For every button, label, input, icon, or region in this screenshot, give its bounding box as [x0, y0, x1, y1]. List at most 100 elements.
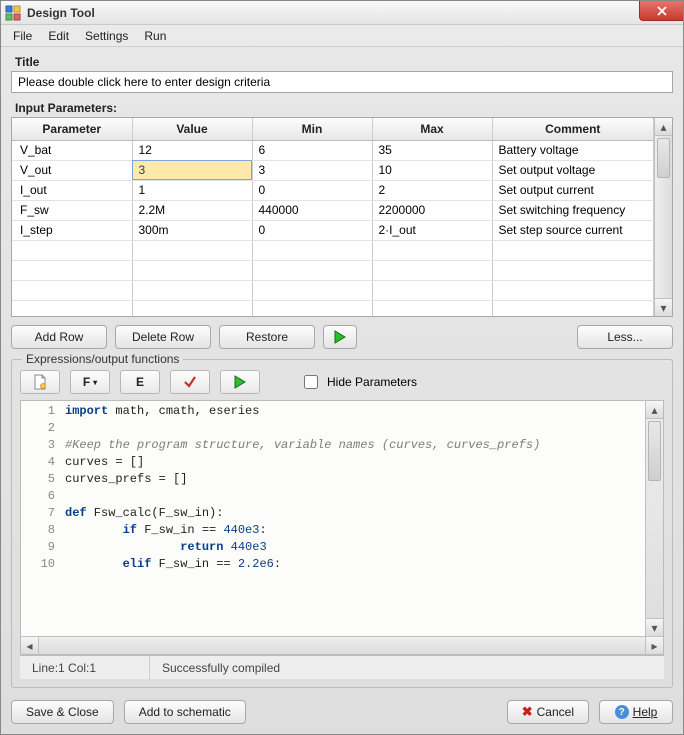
- scroll-left-icon[interactable]: ◂: [21, 637, 39, 654]
- cell-min[interactable]: 0: [252, 180, 372, 200]
- table-vscroll[interactable]: ▴ ▾: [654, 118, 672, 316]
- cell-max[interactable]: 2: [372, 180, 492, 200]
- close-icon: [657, 6, 667, 16]
- cell-max[interactable]: 10: [372, 160, 492, 180]
- column-header[interactable]: Min: [252, 118, 372, 140]
- menu-bar: File Edit Settings Run: [1, 25, 683, 47]
- check-icon: [183, 375, 197, 389]
- code-editor[interactable]: 12345678910 import math, cmath, eseries …: [20, 400, 664, 655]
- table-buttons: Add Row Delete Row Restore Less...: [11, 325, 673, 349]
- cell-comment[interactable]: Set switching frequency: [492, 200, 654, 220]
- cell-parameter[interactable]: F_sw: [12, 200, 132, 220]
- scroll-thumb[interactable]: [657, 138, 670, 178]
- scroll-up-icon[interactable]: ▴: [655, 118, 672, 136]
- column-header[interactable]: Max: [372, 118, 492, 140]
- cell-max[interactable]: 2·I_out: [372, 220, 492, 240]
- run-table-button[interactable]: [323, 325, 357, 349]
- menu-file[interactable]: File: [7, 27, 38, 45]
- cell-value[interactable]: 12: [132, 140, 252, 160]
- cancel-button[interactable]: ✖ Cancel: [507, 700, 589, 724]
- cell-min[interactable]: 440000: [252, 200, 372, 220]
- parameters-table-scroll: ParameterValueMinMaxComment V_bat12635Ba…: [12, 118, 654, 316]
- cell-value[interactable]: 3: [132, 160, 252, 180]
- hide-parameters-label: Hide Parameters: [327, 375, 417, 389]
- menu-run[interactable]: Run: [138, 27, 172, 45]
- scroll-up-icon[interactable]: ▴: [646, 401, 663, 419]
- help-icon: ?: [615, 705, 629, 719]
- menu-settings[interactable]: Settings: [79, 27, 134, 45]
- table-row[interactable]: V_bat12635Battery voltage: [12, 140, 654, 160]
- scroll-right-icon[interactable]: ▸: [645, 637, 663, 654]
- cell-comment[interactable]: Set step source current: [492, 220, 654, 240]
- app-icon: [5, 5, 21, 21]
- cell-min[interactable]: 3: [252, 160, 372, 180]
- play-icon: [334, 330, 346, 344]
- cell-value[interactable]: 1: [132, 180, 252, 200]
- code-hscroll[interactable]: ◂ ▸: [21, 636, 663, 654]
- e-button[interactable]: E: [120, 370, 160, 394]
- column-header[interactable]: Value: [132, 118, 252, 140]
- column-header[interactable]: Comment: [492, 118, 654, 140]
- cell-max[interactable]: 2200000: [372, 200, 492, 220]
- table-row[interactable]: I_out102Set output current: [12, 180, 654, 200]
- play-icon: [234, 375, 246, 389]
- table-row-empty[interactable]: [12, 280, 654, 300]
- cell-comment[interactable]: Set output current: [492, 180, 654, 200]
- footer-buttons: Save & Close Add to schematic ✖ Cancel ?…: [11, 698, 673, 724]
- cell-comment[interactable]: Battery voltage: [492, 140, 654, 160]
- code-body[interactable]: import math, cmath, eseries #Keep the pr…: [61, 401, 645, 636]
- table-row[interactable]: I_step300m02·I_outSet step source curren…: [12, 220, 654, 240]
- scroll-down-icon[interactable]: ▾: [646, 618, 663, 636]
- column-header[interactable]: Parameter: [12, 118, 132, 140]
- cell-parameter[interactable]: I_out: [12, 180, 132, 200]
- restore-button[interactable]: Restore: [219, 325, 315, 349]
- scroll-thumb[interactable]: [648, 421, 661, 481]
- table-row[interactable]: F_sw2.2M4400002200000Set switching frequ…: [12, 200, 654, 220]
- cell-value[interactable]: 300m: [132, 220, 252, 240]
- close-button[interactable]: [639, 1, 683, 21]
- check-button[interactable]: [170, 370, 210, 394]
- f-button[interactable]: F ▾: [70, 370, 110, 394]
- cell-max[interactable]: 35: [372, 140, 492, 160]
- run-expr-button[interactable]: [220, 370, 260, 394]
- window-title: Design Tool: [27, 6, 95, 20]
- table-row-empty[interactable]: [12, 300, 654, 316]
- parameters-table[interactable]: ParameterValueMinMaxComment V_bat12635Ba…: [12, 118, 654, 316]
- new-expr-button[interactable]: [20, 370, 60, 394]
- save-close-button[interactable]: Save & Close: [11, 700, 114, 724]
- cursor-position: Line:1 Col:1: [20, 656, 150, 679]
- cell-min[interactable]: 6: [252, 140, 372, 160]
- less-button[interactable]: Less...: [577, 325, 673, 349]
- new-file-icon: [33, 374, 47, 390]
- client-area: Title Input Parameters: ParameterValueMi…: [1, 47, 683, 734]
- cell-min[interactable]: 0: [252, 220, 372, 240]
- cell-parameter[interactable]: V_bat: [12, 140, 132, 160]
- main-window: Design Tool File Edit Settings Run Title…: [0, 0, 684, 735]
- scroll-down-icon[interactable]: ▾: [655, 298, 672, 316]
- menu-edit[interactable]: Edit: [42, 27, 75, 45]
- title-input[interactable]: [11, 71, 673, 93]
- table-row[interactable]: V_out3310Set output voltage: [12, 160, 654, 180]
- table-row-empty[interactable]: [12, 260, 654, 280]
- code-gutter: 12345678910: [21, 401, 61, 636]
- code-vscroll[interactable]: ▴ ▾: [645, 401, 663, 636]
- cancel-icon: ✖: [522, 704, 533, 720]
- code-statusbar: Line:1 Col:1 Successfully compiled: [20, 655, 664, 679]
- title-heading: Title: [15, 55, 673, 69]
- hide-parameters[interactable]: Hide Parameters: [300, 372, 417, 392]
- delete-row-button[interactable]: Delete Row: [115, 325, 211, 349]
- cell-parameter[interactable]: I_step: [12, 220, 132, 240]
- help-button[interactable]: ? Help: [599, 700, 673, 724]
- input-params-heading: Input Parameters:: [15, 101, 673, 115]
- cell-value[interactable]: 2.2M: [132, 200, 252, 220]
- expressions-legend: Expressions/output functions: [22, 352, 183, 366]
- add-row-button[interactable]: Add Row: [11, 325, 107, 349]
- expressions-group: Expressions/output functions F ▾ E: [11, 359, 673, 688]
- add-schematic-button[interactable]: Add to schematic: [124, 700, 246, 724]
- table-row-empty[interactable]: [12, 240, 654, 260]
- cell-parameter[interactable]: V_out: [12, 160, 132, 180]
- hide-parameters-checkbox[interactable]: [304, 375, 318, 389]
- cell-comment[interactable]: Set output voltage: [492, 160, 654, 180]
- parameters-table-wrap: ParameterValueMinMaxComment V_bat12635Ba…: [11, 117, 673, 317]
- expressions-toolbar: F ▾ E Hide Parameters: [20, 370, 664, 394]
